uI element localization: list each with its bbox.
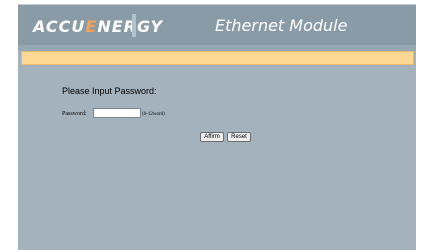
header-divider — [132, 14, 136, 37]
password-hint: (6-12word) — [142, 112, 165, 117]
password-label: Password: — [62, 111, 87, 117]
logo-text-main: ACCU — [33, 17, 86, 36]
status-bar — [21, 51, 414, 65]
logo-text-rest: NERGY — [97, 17, 164, 36]
reset-button[interactable]: Reset — [227, 132, 251, 142]
affirm-button[interactable]: Affirm — [200, 132, 224, 142]
page: ACCUENERGY Ethernet Module Please Input … — [0, 0, 427, 250]
accuenergy-logo: ACCUENERGY — [33, 17, 163, 36]
logo-text-accent: E — [85, 17, 98, 36]
header-banner: ACCUENERGY Ethernet Module — [18, 4, 416, 46]
password-input[interactable] — [93, 108, 141, 118]
password-prompt: Please Input Password: — [62, 86, 157, 96]
page-title: Ethernet Module — [215, 16, 348, 35]
login-frame: ACCUENERGY Ethernet Module Please Input … — [18, 4, 416, 250]
